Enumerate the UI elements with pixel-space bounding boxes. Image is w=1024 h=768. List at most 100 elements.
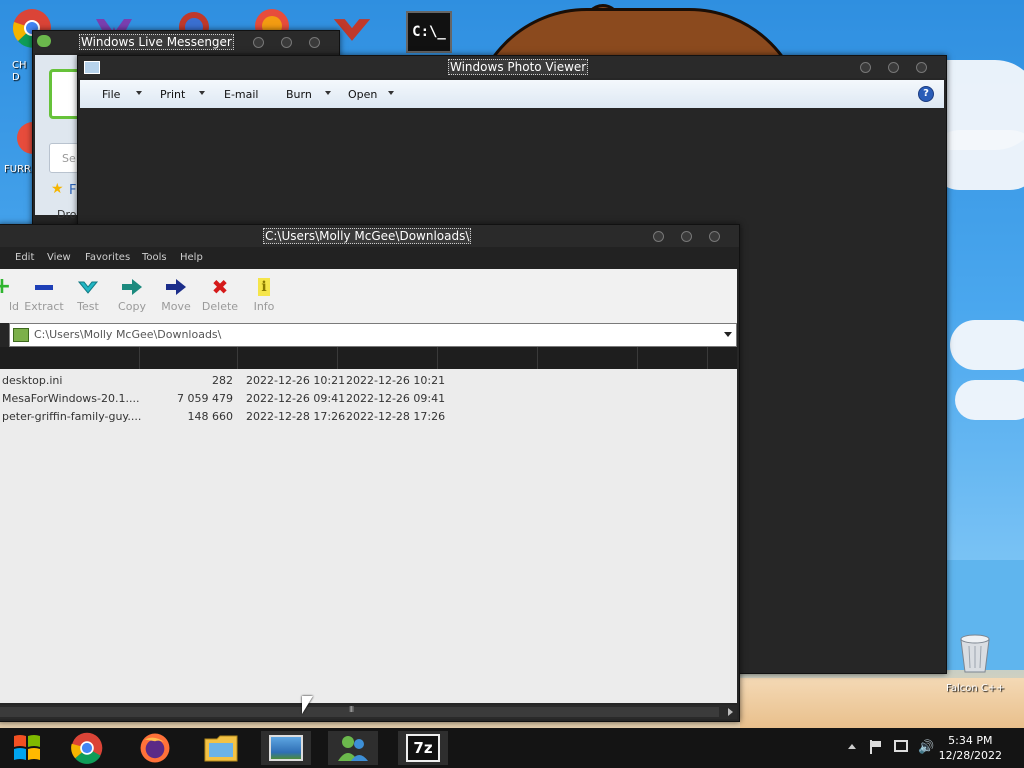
scroll-right-icon[interactable] (728, 708, 733, 716)
sevenzip-window[interactable]: C:\Users\Molly McGee\Downloads\ Edit Vie… (0, 224, 740, 722)
maximize-button[interactable] (681, 231, 692, 242)
table-row[interactable]: MesaForWindows-20.1.... 7 059 479 2022-1… (0, 389, 737, 407)
search-placeholder: Se (62, 152, 76, 165)
column-comment[interactable] (437, 347, 538, 369)
close-button[interactable] (916, 62, 927, 73)
sevenzip-toolbar: + ld Extract Test Copy Move ✖ Delete i I… (0, 269, 737, 323)
chevron-down-icon[interactable] (325, 91, 331, 95)
search-input[interactable]: Se (49, 143, 79, 173)
table-row[interactable]: peter-griffin-family-guy.... 148 660 202… (0, 407, 737, 425)
messenger-contact-pane: Se ★ F Dro (35, 55, 85, 221)
file-created: 2022-12-26 10:21 (346, 374, 446, 387)
horizontal-scrollbar[interactable]: III (0, 705, 737, 719)
column-files[interactable] (637, 347, 708, 369)
taskbar-file-explorer[interactable] (196, 731, 246, 765)
chevron-down-icon[interactable] (136, 91, 142, 95)
close-button[interactable] (309, 37, 320, 48)
command-prompt-icon: C:\_ (406, 11, 452, 53)
photo-viewer-titlebar[interactable]: Windows Photo Viewer (78, 56, 946, 78)
column-modified[interactable] (237, 347, 338, 369)
tray-expand-icon[interactable] (848, 744, 856, 749)
chevron-down-icon[interactable] (199, 91, 205, 95)
chevron-down-icon[interactable] (724, 332, 732, 337)
info-button[interactable]: i Info (241, 277, 287, 313)
help-icon[interactable]: ? (918, 86, 934, 102)
photo-viewer-icon (269, 735, 303, 761)
scrollbar-thumb[interactable]: III (0, 705, 719, 717)
file-size: 282 (212, 374, 233, 387)
minimize-button[interactable] (653, 231, 664, 242)
file-list-header (0, 347, 737, 369)
clock-time: 5:34 PM (948, 734, 993, 747)
table-row[interactable]: desktop.ini 282 2022-12-26 10:21 2022-12… (0, 371, 737, 389)
column-name[interactable] (0, 347, 140, 369)
start-button[interactable] (2, 731, 52, 765)
test-icon (77, 281, 99, 294)
menu-open[interactable]: Open (348, 88, 377, 101)
extract-icon (35, 284, 53, 290)
test-label: Test (77, 300, 99, 313)
recycle-bin-icon (960, 634, 990, 673)
delete-icon: ✖ (211, 275, 229, 299)
sevenzip-titlebar[interactable]: C:\Users\Molly McGee\Downloads\ (0, 225, 739, 247)
menu-burn[interactable]: Burn (286, 88, 312, 101)
messenger-titlebar[interactable]: Windows Live Messenger (33, 31, 339, 53)
copy-icon (122, 279, 142, 295)
minimize-button[interactable] (860, 62, 871, 73)
extract-button[interactable]: Extract (21, 277, 67, 313)
address-text: C:\Users\Molly McGee\Downloads\ (34, 328, 222, 341)
file-name: desktop.ini (2, 374, 63, 387)
taskbar-photo-viewer[interactable] (261, 731, 311, 765)
file-modified: 2022-12-28 17:26 (246, 410, 346, 423)
menu-favorites[interactable]: Favorites (85, 252, 130, 263)
file-list: desktop.ini 282 2022-12-26 10:21 2022-12… (0, 369, 737, 703)
add-icon: + (0, 274, 12, 299)
copy-button[interactable]: Copy (109, 277, 155, 313)
test-button[interactable]: Test (65, 277, 111, 313)
move-label: Move (161, 300, 191, 313)
close-button[interactable] (709, 231, 720, 242)
taskbar-firefox[interactable] (130, 731, 180, 765)
maximize-button[interactable] (888, 62, 899, 73)
messenger-icon (338, 736, 368, 761)
taskbar-messenger[interactable] (328, 731, 378, 765)
desktop-icon-cmd[interactable]: C:\_ (406, 11, 452, 53)
photo-viewer-menubar: File Print E-mail Burn Open ? (80, 80, 944, 108)
address-bar[interactable]: C:\Users\Molly McGee\Downloads\ (9, 323, 737, 347)
minimize-button[interactable] (253, 37, 264, 48)
maximize-button[interactable] (281, 37, 292, 48)
desktop-icon-recycle-bin[interactable] (955, 632, 995, 673)
menu-email[interactable]: E-mail (224, 88, 259, 101)
menu-print[interactable]: Print (160, 88, 185, 101)
network-icon[interactable] (894, 740, 908, 752)
menu-help[interactable]: Help (180, 252, 203, 263)
messenger-icon (37, 35, 51, 47)
menu-view[interactable]: View (47, 252, 71, 263)
menu-edit[interactable]: Edit (15, 252, 34, 263)
column-created[interactable] (337, 347, 438, 369)
desktop-label-furr: FURR (4, 164, 31, 175)
move-button[interactable]: Move (153, 277, 199, 313)
star-icon: ★ (51, 181, 64, 197)
column-size[interactable] (139, 347, 238, 369)
sevenzip-title: C:\Users\Molly McGee\Downloads\ (263, 228, 472, 244)
photo-viewer-icon (84, 61, 100, 74)
extract-label: Extract (24, 300, 64, 313)
menu-file[interactable]: File (102, 88, 120, 101)
clock-date: 12/28/2022 (938, 749, 1002, 762)
taskbar-7zip[interactable]: 7z (398, 731, 448, 765)
file-created: 2022-12-28 17:26 (346, 410, 446, 423)
file-size: 7 059 479 (177, 392, 233, 405)
delete-button[interactable]: ✖ Delete (197, 277, 243, 313)
column-folders[interactable] (537, 347, 638, 369)
folder-icon (204, 735, 238, 762)
clock[interactable]: 5:34 PM 12/28/2022 (939, 733, 1002, 763)
taskbar-chrome[interactable] (62, 731, 112, 765)
chevron-down-icon[interactable] (388, 91, 394, 95)
menu-tools[interactable]: Tools (142, 252, 167, 263)
start-icon (14, 735, 40, 760)
drop-label: Dro (57, 208, 77, 221)
volume-icon[interactable]: 🔊 (918, 740, 934, 755)
firefox-icon (140, 733, 170, 763)
flag-icon[interactable] (870, 740, 882, 754)
